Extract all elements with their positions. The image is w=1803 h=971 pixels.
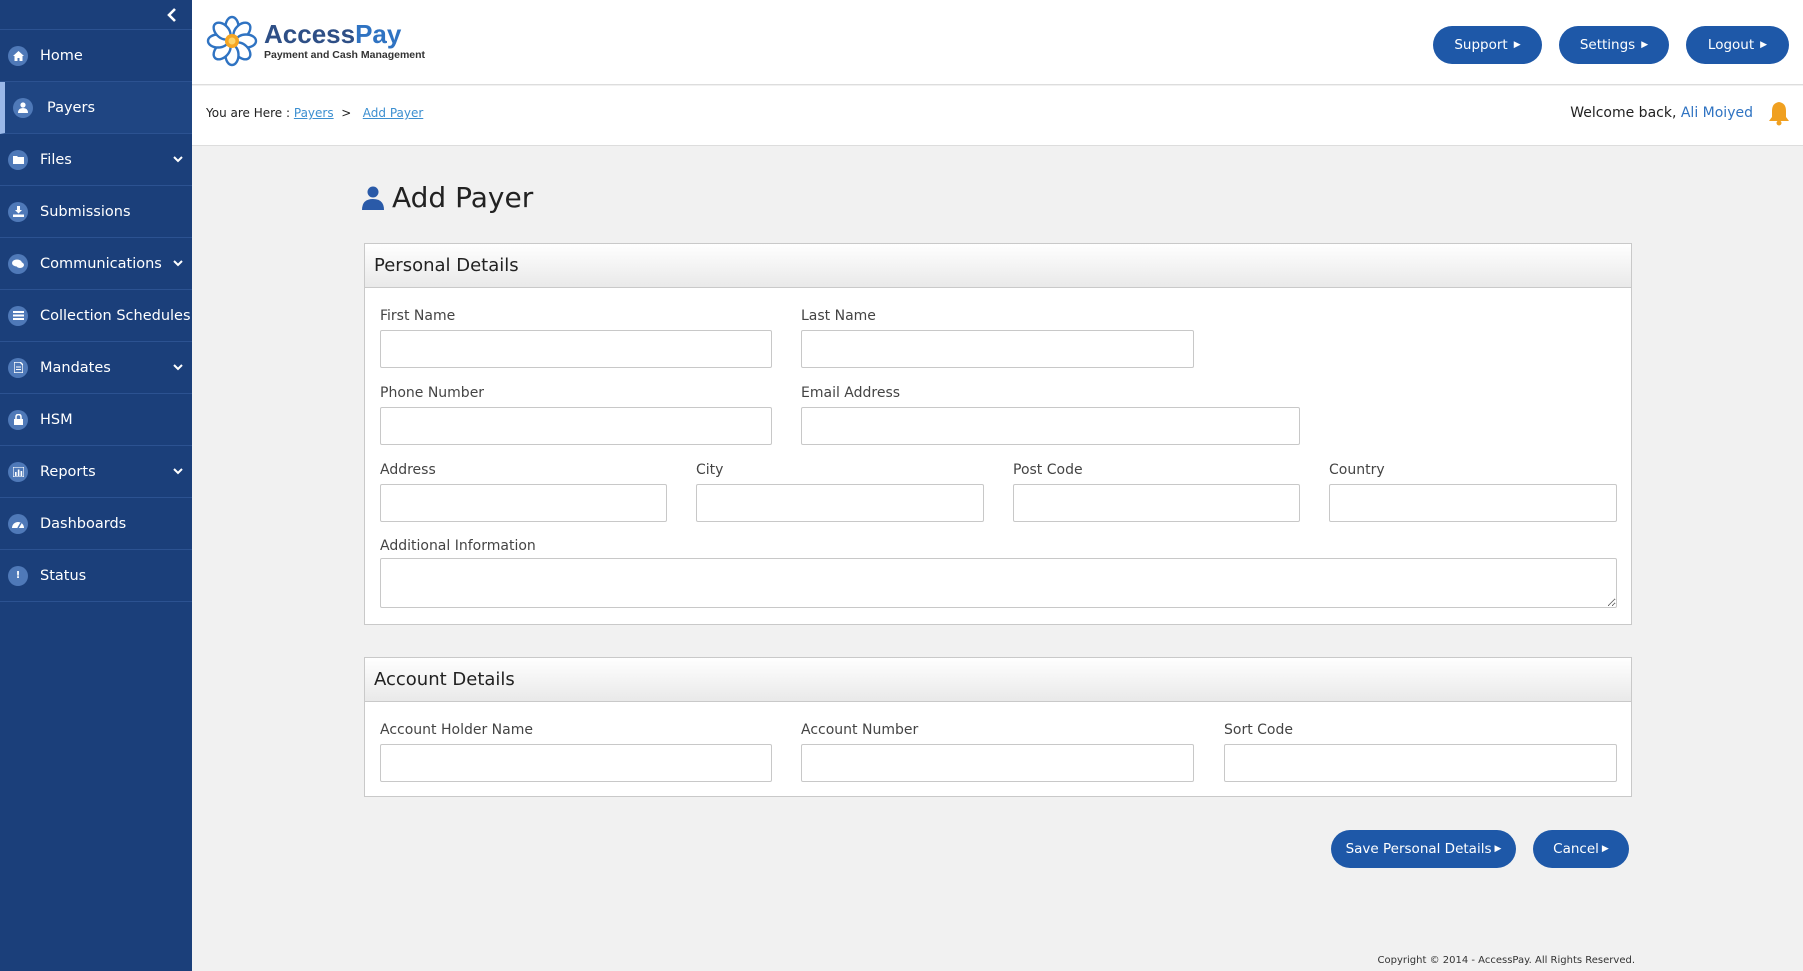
breadcrumb: You are Here : Payers > Add Payer [206, 106, 424, 120]
sort-code-input[interactable] [1224, 744, 1617, 782]
sidebar-item-label: Reports [40, 463, 96, 480]
bell-icon[interactable] [1767, 100, 1791, 126]
account-holder-name-label: Account Holder Name [380, 722, 533, 738]
user-icon [362, 186, 384, 210]
city-input[interactable] [696, 484, 984, 522]
lock-icon [8, 409, 28, 430]
breadcrumb-link-add-payer[interactable]: Add Payer [363, 106, 424, 120]
caret-right-icon: ▶ [1760, 40, 1768, 50]
sidebar-item-communications[interactable]: Communications [0, 238, 192, 290]
flower-logo-icon [206, 15, 258, 67]
logout-button[interactable]: Logout ▶ [1686, 26, 1789, 64]
sidebar-item-label: Mandates [40, 359, 111, 376]
sidebar-item-status[interactable]: ! Status [0, 550, 192, 602]
cancel-button[interactable]: Cancel ▶ [1533, 830, 1629, 868]
account-details-heading: Account Details [365, 658, 1631, 702]
account-holder-name-input[interactable] [380, 744, 772, 782]
settings-button[interactable]: Settings ▶ [1559, 26, 1669, 64]
email-address-label: Email Address [801, 385, 901, 401]
sidebar-item-mandates[interactable]: Mandates [0, 342, 192, 394]
first-name-input[interactable] [380, 330, 772, 368]
caret-right-icon: ▶ [1513, 40, 1521, 50]
caret-right-icon: ▶ [1641, 40, 1649, 50]
country-label: Country [1329, 462, 1385, 478]
sidebar-item-files[interactable]: Files [0, 134, 192, 186]
sidebar-item-submissions[interactable]: Submissions [0, 186, 192, 238]
home-icon [8, 45, 28, 66]
sort-code-label: Sort Code [1224, 722, 1293, 738]
sidebar-collapse-button[interactable] [0, 0, 192, 30]
logo-subtitle: Payment and Cash Management [264, 49, 426, 61]
sidebar-item-hsm[interactable]: HSM [0, 394, 192, 446]
exclamation-icon: ! [8, 565, 28, 586]
personal-details-panel: Personal Details First Name Last Name Ph… [364, 243, 1632, 625]
first-name-label: First Name [380, 308, 456, 324]
country-input[interactable] [1329, 484, 1617, 522]
save-personal-details-button[interactable]: Save Personal Details ▶ [1331, 830, 1516, 868]
post-code-label: Post Code [1013, 462, 1083, 478]
last-name-label: Last Name [801, 308, 876, 324]
caret-right-icon: ▶ [1601, 844, 1609, 854]
schedule-icon [8, 305, 28, 326]
user-icon [13, 97, 33, 118]
page-title: Add Payer [362, 181, 533, 214]
sidebar-item-label: Communications [40, 255, 162, 272]
email-address-input[interactable] [801, 407, 1300, 445]
breadcrumb-bar: You are Here : Payers > Add Payer Welcom… [192, 86, 1803, 146]
sidebar-item-label: Submissions [40, 203, 131, 220]
breadcrumb-link-payers[interactable]: Payers [294, 106, 334, 120]
chevron-down-icon [173, 156, 183, 163]
phone-number-input[interactable] [380, 407, 772, 445]
sidebar-item-label: Files [40, 151, 72, 168]
additional-information-textarea[interactable] [380, 558, 1617, 608]
folder-icon [8, 149, 28, 170]
chevron-down-icon [173, 260, 183, 267]
sidebar: Home Payers Files Submissions Communicat… [0, 0, 192, 971]
last-name-input[interactable] [801, 330, 1194, 368]
caret-right-icon: ▶ [1494, 844, 1502, 854]
account-number-input[interactable] [801, 744, 1194, 782]
logo-title: AccessPay [264, 19, 402, 49]
post-code-input[interactable] [1013, 484, 1300, 522]
download-icon [8, 201, 28, 222]
address-label: Address [380, 462, 436, 478]
support-button[interactable]: Support ▶ [1433, 26, 1542, 64]
user-name-link[interactable]: Ali Moiyed [1681, 105, 1753, 121]
document-icon [8, 357, 28, 378]
account-number-label: Account Number [801, 722, 919, 738]
sidebar-item-label: Home [40, 47, 83, 64]
accesspay-logo[interactable]: AccessPay Payment and Cash Management [206, 14, 425, 68]
phone-number-label: Phone Number [380, 385, 485, 401]
sidebar-item-dashboards[interactable]: Dashboards [0, 498, 192, 550]
bar-chart-icon [8, 461, 28, 482]
city-label: City [696, 462, 724, 478]
copyright-footer: Copyright © 2014 - AccessPay. All Rights… [1377, 955, 1635, 966]
sidebar-item-label: Payers [47, 99, 95, 116]
chevron-left-icon [167, 7, 176, 22]
sidebar-item-label: Status [40, 567, 87, 584]
welcome-message: Welcome back, Ali Moiyed [1570, 105, 1753, 121]
dashboard-icon [8, 513, 28, 534]
chevron-down-icon [173, 364, 183, 371]
chat-icon [8, 253, 28, 274]
sidebar-item-label: Collection Schedules [40, 307, 191, 324]
additional-information-label: Additional Information [380, 538, 536, 554]
sidebar-item-payers[interactable]: Payers [0, 82, 192, 134]
sidebar-item-collection-schedules[interactable]: Collection Schedules [0, 290, 192, 342]
address-input[interactable] [380, 484, 667, 522]
sidebar-item-label: Dashboards [40, 515, 127, 532]
chevron-down-icon [173, 468, 183, 475]
account-details-panel: Account Details Account Holder Name Acco… [364, 657, 1632, 797]
personal-details-heading: Personal Details [365, 244, 1631, 288]
sidebar-item-home[interactable]: Home [0, 30, 192, 82]
top-header: AccessPay Payment and Cash Management Su… [192, 0, 1803, 85]
sidebar-item-label: HSM [40, 411, 73, 428]
sidebar-item-reports[interactable]: Reports [0, 446, 192, 498]
